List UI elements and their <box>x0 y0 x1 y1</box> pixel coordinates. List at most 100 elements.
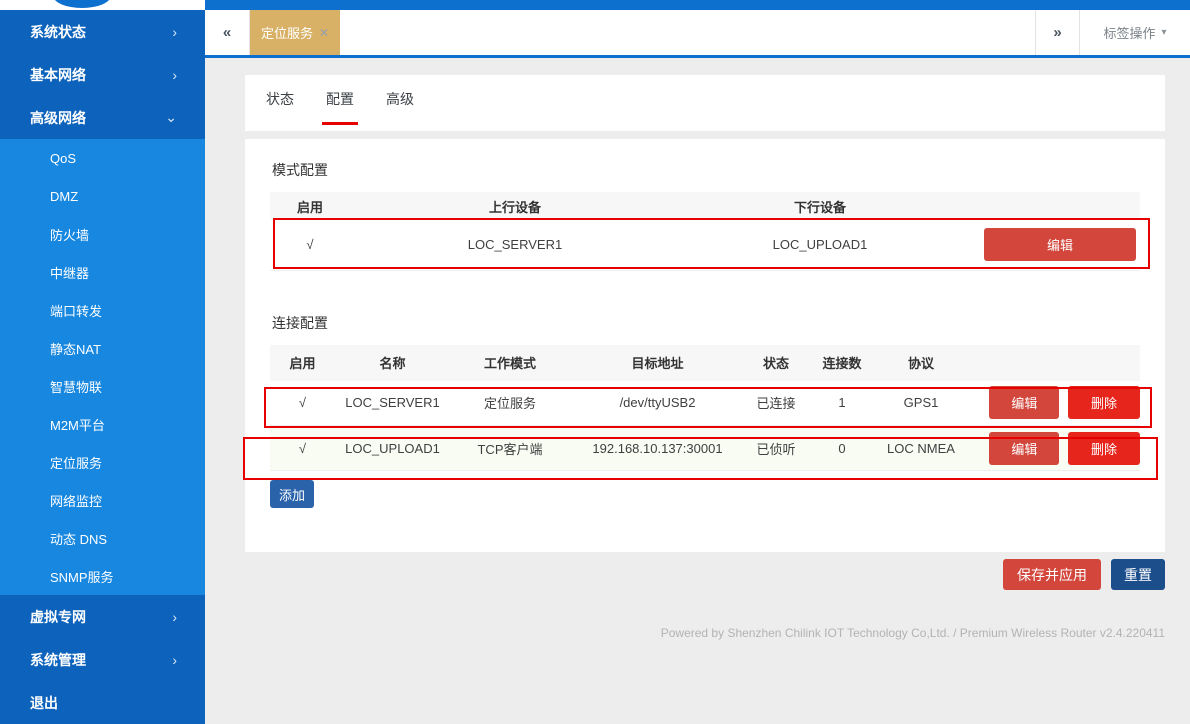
submenu-item-label: DMZ <box>50 189 78 204</box>
submenu-item-label: 防火墙 <box>50 225 89 244</box>
tab-bar: « 定位服务 ✕ » 标签操作 ▾ <box>205 10 1190 58</box>
col-enabled: 启用 <box>270 345 335 381</box>
tab-location-service[interactable]: 定位服务 ✕ <box>250 10 340 55</box>
logo-icon <box>53 0 111 8</box>
submenu-item-repeater[interactable]: 中继器 <box>0 253 205 291</box>
caret-down-icon: ▾ <box>1161 27 1166 38</box>
top-blue-strip <box>205 0 1190 10</box>
chevron-right-icon: › <box>172 67 177 83</box>
sidebar-item-advanced-network[interactable]: 高级网络 ⌄ <box>0 96 205 139</box>
enabled-check: √ <box>270 381 335 426</box>
submenu-item-label: 动态 DNS <box>50 529 107 548</box>
sidebar-item-basic-network[interactable]: 基本网络 › <box>0 53 205 96</box>
submenu-item-label: 静态NAT <box>50 339 101 358</box>
edit-mode-button[interactable]: 编辑 <box>984 228 1136 261</box>
chevron-down-icon: ⌄ <box>165 109 177 126</box>
work-mode: TCP客户端 <box>450 426 570 471</box>
submenu-item-label: 端口转发 <box>50 301 102 320</box>
col-conn-count: 连接数 <box>807 345 877 381</box>
col-downstream: 下行设备 <box>680 192 960 220</box>
chevron-right-icon: › <box>172 652 177 668</box>
tab-label: 状态 <box>266 89 294 109</box>
submenu-item-dmz[interactable]: DMZ <box>0 177 205 215</box>
logo-strip <box>0 0 205 10</box>
col-actions <box>960 192 1140 220</box>
col-upstream: 上行设备 <box>350 192 680 220</box>
col-actions <box>965 345 1140 381</box>
submenu-item-static-nat[interactable]: 静态NAT <box>0 329 205 367</box>
submenu-item-dynamic-dns[interactable]: 动态 DNS <box>0 519 205 557</box>
sidebar-item-label: 高级网络 <box>30 108 86 128</box>
section-tabs-card: 状态 配置 高级 <box>245 75 1165 131</box>
sidebar-item-system-admin[interactable]: 系统管理 › <box>0 638 205 681</box>
sidebar-item-vpn[interactable]: 虚拟专网 › <box>0 595 205 638</box>
mode-config-title: 模式配置 <box>272 160 1140 180</box>
conn-name: LOC_UPLOAD1 <box>335 426 450 471</box>
col-enabled: 启用 <box>270 192 350 220</box>
downstream-value: LOC_UPLOAD1 <box>680 220 960 270</box>
table-header-row: 启用 上行设备 下行设备 <box>270 192 1140 220</box>
edit-conn-button[interactable]: 编辑 <box>989 386 1059 419</box>
add-button[interactable]: 添加 <box>270 480 314 508</box>
conn-row-loc-server1: √ LOC_SERVER1 定位服务 /dev/ttyUSB2 已连接 1 GP… <box>270 381 1140 426</box>
conn-name: LOC_SERVER1 <box>335 381 450 426</box>
status-value: 已侦听 <box>745 426 807 471</box>
edit-conn-button[interactable]: 编辑 <box>989 432 1059 465</box>
tab-status[interactable]: 状态 <box>262 75 298 125</box>
col-status: 状态 <box>745 345 807 381</box>
config-card: 模式配置 启用 上行设备 下行设备 √ LOC_SERVER1 LOC_UPLO… <box>245 139 1165 552</box>
submenu-item-label: SNMP服务 <box>50 567 114 586</box>
submenu-item-label: M2M平台 <box>50 415 105 434</box>
enabled-check: √ <box>270 426 335 471</box>
tab-label: 配置 <box>326 89 354 109</box>
col-work-mode: 工作模式 <box>450 345 570 381</box>
submenu-item-smart-iot[interactable]: 智慧物联 <box>0 367 205 405</box>
mode-config-row: √ LOC_SERVER1 LOC_UPLOAD1 编辑 <box>270 220 1140 270</box>
protocol-value: GPS1 <box>877 381 965 426</box>
col-name: 名称 <box>335 345 450 381</box>
upstream-value: LOC_SERVER1 <box>350 220 680 270</box>
sidebar-submenu: QoS DMZ 防火墙 中继器 端口转发 静态NAT 智慧物联 M2M平台 定位… <box>0 139 205 595</box>
reset-button[interactable]: 重置 <box>1111 559 1165 590</box>
collapse-right-icon: » <box>1053 24 1061 41</box>
col-protocol: 协议 <box>877 345 965 381</box>
sidebar-item-logout[interactable]: 退出 <box>0 681 205 724</box>
collapse-left-icon: « <box>223 24 231 41</box>
table-header-row: 启用 名称 工作模式 目标地址 状态 连接数 协议 <box>270 345 1140 381</box>
enabled-check: √ <box>270 220 350 270</box>
submenu-item-port-forwarding[interactable]: 端口转发 <box>0 291 205 329</box>
submenu-item-firewall[interactable]: 防火墙 <box>0 215 205 253</box>
conn-count: 0 <box>807 426 877 471</box>
submenu-item-qos[interactable]: QoS <box>0 139 205 177</box>
sidebar-item-label: 基本网络 <box>30 65 86 85</box>
sidebar: 系统状态 › 基本网络 › 高级网络 ⌄ QoS DMZ 防火墙 中继器 端口转… <box>0 10 205 724</box>
submenu-item-m2m-platform[interactable]: M2M平台 <box>0 405 205 443</box>
tab-advanced[interactable]: 高级 <box>382 75 418 125</box>
tab-bar-right: » 标签操作 ▾ <box>1035 10 1190 55</box>
tab-config[interactable]: 配置 <box>322 75 358 125</box>
scroll-tabs-left-button[interactable]: « <box>205 10 250 55</box>
scroll-tabs-right-button[interactable]: » <box>1035 10 1080 55</box>
footer-credit: Powered by Shenzhen Chilink IOT Technolo… <box>661 626 1165 640</box>
col-target-address: 目标地址 <box>570 345 745 381</box>
submenu-item-snmp-service[interactable]: SNMP服务 <box>0 557 205 595</box>
chevron-right-icon: › <box>172 609 177 625</box>
submenu-item-location-service[interactable]: 定位服务 <box>0 443 205 481</box>
chevron-right-icon: › <box>172 24 177 40</box>
save-apply-button[interactable]: 保存并应用 <box>1003 559 1101 590</box>
sidebar-item-system-status[interactable]: 系统状态 › <box>0 10 205 53</box>
conn-count: 1 <box>807 381 877 426</box>
tag-operations-dropdown[interactable]: 标签操作 ▾ <box>1080 10 1190 55</box>
status-value: 已连接 <box>745 381 807 426</box>
delete-conn-button[interactable]: 删除 <box>1068 386 1140 419</box>
delete-conn-button[interactable]: 删除 <box>1068 432 1140 465</box>
conn-config-table: 启用 名称 工作模式 目标地址 状态 连接数 协议 √ LOC_SERVER1 … <box>270 345 1140 472</box>
submenu-item-label: QoS <box>50 151 76 166</box>
tab-label: 高级 <box>386 89 414 109</box>
conn-row-loc-upload1: √ LOC_UPLOAD1 TCP客户端 192.168.10.137:3000… <box>270 426 1140 471</box>
sidebar-item-label: 系统管理 <box>30 650 86 670</box>
sidebar-item-label: 虚拟专网 <box>30 607 86 627</box>
submenu-item-network-monitor[interactable]: 网络监控 <box>0 481 205 519</box>
main-content: 状态 配置 高级 模式配置 启用 上行设备 下行设备 √ LOC_SERVER1… <box>205 58 1190 724</box>
close-icon[interactable]: ✕ <box>319 26 329 40</box>
